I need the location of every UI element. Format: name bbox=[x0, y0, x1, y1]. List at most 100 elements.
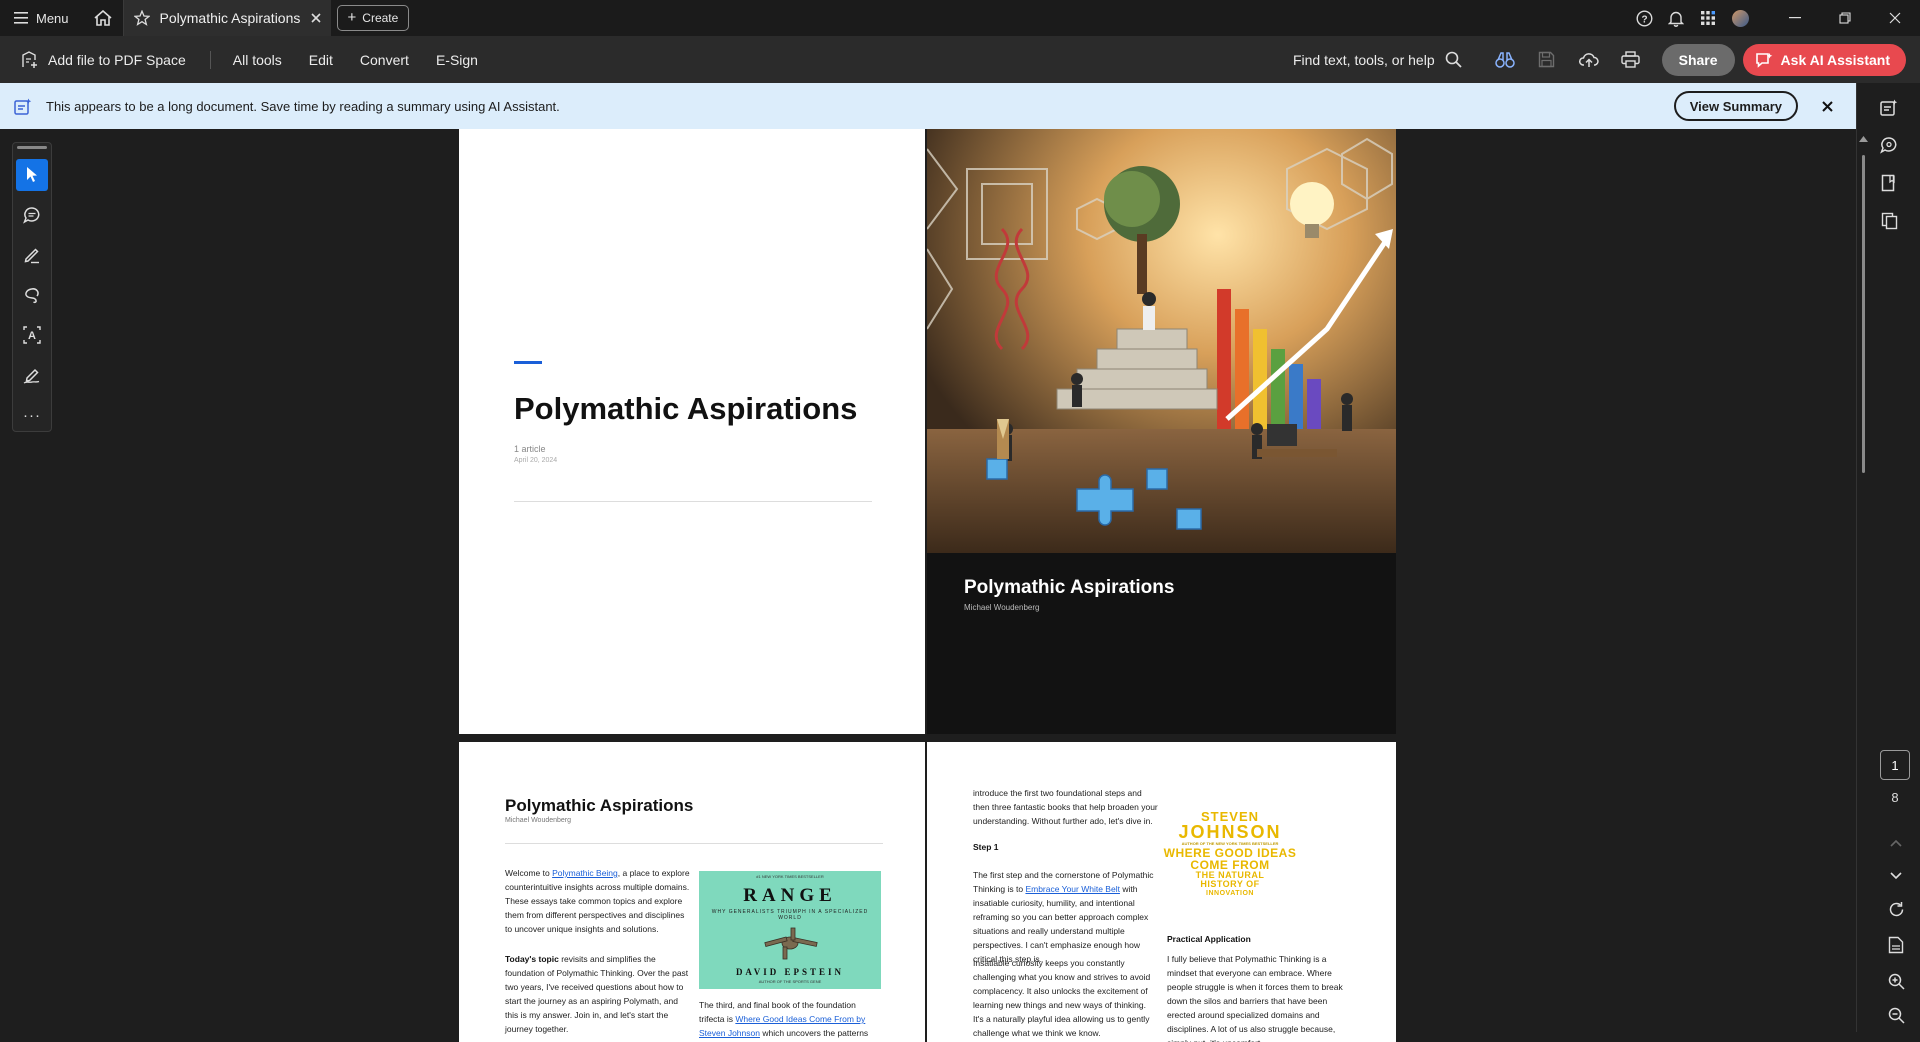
pdf-page-3: Polymathic Aspirations Michael Woudenber… bbox=[459, 742, 925, 1042]
pdf-page-1: Polymathic Aspirations 1 article April 2… bbox=[459, 129, 925, 734]
text-select-tool[interactable]: A bbox=[16, 319, 48, 351]
menu-edit[interactable]: Edit bbox=[309, 52, 333, 68]
bookmark-icon bbox=[1881, 174, 1895, 192]
menu-all-tools[interactable]: All tools bbox=[233, 52, 282, 68]
polymathic-being-link[interactable]: Polymathic Being bbox=[552, 868, 618, 878]
add-file-label: Add file to PDF Space bbox=[48, 51, 186, 68]
page-navigator: 1 8 bbox=[1880, 750, 1912, 805]
signature-pen-icon bbox=[23, 368, 40, 384]
menu-button[interactable]: Menu bbox=[0, 0, 83, 36]
select-tool[interactable] bbox=[16, 159, 48, 191]
more-tools-button[interactable]: ··· bbox=[16, 399, 48, 431]
main-toolbar: Add file to PDF Space All tools Edit Con… bbox=[0, 36, 1920, 83]
zoom-out-button[interactable] bbox=[1880, 999, 1912, 1031]
ai-assistant-label: Ask AI Assistant bbox=[1780, 51, 1890, 68]
minimize-button[interactable] bbox=[1770, 0, 1820, 36]
save-button[interactable] bbox=[1526, 36, 1568, 83]
current-page-input[interactable]: 1 bbox=[1880, 750, 1910, 780]
keys-illustration bbox=[764, 927, 818, 960]
star-icon[interactable] bbox=[133, 10, 150, 26]
menu-e-sign[interactable]: E-Sign bbox=[436, 52, 478, 68]
add-file-button[interactable]: Add file to PDF Space bbox=[0, 36, 210, 83]
plus-icon: + bbox=[347, 9, 357, 26]
print-button[interactable] bbox=[1610, 36, 1652, 83]
ai-panel-icon bbox=[1880, 99, 1898, 116]
print-icon bbox=[1621, 51, 1640, 68]
ai-assistant-panel-button[interactable] bbox=[1857, 88, 1920, 126]
chevron-up-icon bbox=[1890, 839, 1902, 847]
document-viewport[interactable]: Polymathic Aspirations 1 article April 2… bbox=[459, 129, 1396, 1042]
article-count: 1 article bbox=[514, 444, 546, 454]
close-window-icon bbox=[1889, 12, 1901, 24]
scroll-up-arrow[interactable] bbox=[1859, 129, 1868, 142]
ai-assistant-icon bbox=[1755, 52, 1772, 68]
close-window-button[interactable] bbox=[1870, 0, 1920, 36]
sign-tool[interactable] bbox=[16, 359, 48, 391]
range-book-cover: #1 NEW YORK TIMES BESTSELLER RANGE WHY G… bbox=[699, 871, 881, 989]
where-good-ideas-book-cover: STEVEN JOHNSON AUTHOR OF THE NEW YORK TI… bbox=[1163, 809, 1297, 897]
close-tab-icon[interactable] bbox=[310, 13, 321, 23]
zoom-in-button[interactable] bbox=[1880, 963, 1912, 999]
help-button[interactable]: ? bbox=[1628, 0, 1660, 36]
cover-author: Michael Woudenberg bbox=[964, 603, 1040, 612]
upload-cloud-button[interactable] bbox=[1568, 36, 1610, 83]
home-button[interactable] bbox=[83, 0, 123, 36]
comment-tool[interactable] bbox=[16, 199, 48, 231]
profile-button[interactable] bbox=[1724, 0, 1756, 36]
summary-banner: This appears to be a long document. Save… bbox=[0, 83, 1856, 129]
create-label: Create bbox=[362, 11, 399, 25]
comment-icon bbox=[23, 207, 40, 224]
toolbar-divider bbox=[209, 50, 211, 69]
next-page-button[interactable] bbox=[1880, 861, 1912, 891]
read-aloud-button[interactable] bbox=[1484, 36, 1526, 83]
find-button[interactable]: Find text, tools, or help bbox=[1293, 51, 1462, 68]
comment-at-icon bbox=[1880, 137, 1897, 154]
freehand-loop-icon bbox=[25, 288, 39, 304]
home-icon bbox=[94, 10, 112, 26]
ai-summary-icon bbox=[14, 98, 32, 115]
article-author: Michael Woudenberg bbox=[505, 817, 572, 824]
ask-ai-assistant-button[interactable]: Ask AI Assistant bbox=[1742, 43, 1906, 76]
pdf-page-4: introduce the first two foundational ste… bbox=[927, 742, 1396, 1042]
cover-illustration bbox=[927, 129, 1396, 553]
cursor-arrow-icon bbox=[27, 167, 37, 182]
title-accent-line bbox=[514, 361, 542, 364]
help-icon: ? bbox=[1635, 9, 1653, 27]
banner-close-button[interactable] bbox=[1798, 100, 1856, 112]
document-date: April 20, 2024 bbox=[514, 457, 558, 464]
add-file-icon bbox=[22, 51, 37, 68]
menu-label: Menu bbox=[36, 10, 69, 26]
pages-panel-button[interactable] bbox=[1857, 202, 1920, 240]
highlight-tool[interactable] bbox=[16, 239, 48, 271]
save-icon bbox=[1538, 51, 1555, 68]
notifications-button[interactable] bbox=[1660, 0, 1692, 36]
menu-convert[interactable]: Convert bbox=[360, 52, 409, 68]
rotate-button[interactable] bbox=[1880, 891, 1912, 927]
binoculars-icon bbox=[1494, 51, 1515, 68]
embrace-white-belt-link[interactable]: Embrace Your White Belt bbox=[1025, 884, 1120, 894]
restore-button[interactable] bbox=[1820, 0, 1870, 36]
text-box-icon: A bbox=[23, 326, 41, 344]
pen-icon bbox=[24, 248, 39, 264]
share-button[interactable]: Share bbox=[1661, 43, 1735, 76]
document-scrollbar-thumb[interactable] bbox=[1862, 155, 1865, 473]
third-book-paragraph: The third, and final book of the foundat… bbox=[699, 1000, 869, 1038]
view-summary-button[interactable]: View Summary bbox=[1673, 91, 1798, 121]
banner-message: This appears to be a long document. Save… bbox=[46, 98, 560, 114]
restore-icon bbox=[1839, 12, 1851, 24]
create-button[interactable]: + Create bbox=[336, 5, 410, 31]
rail-grip[interactable] bbox=[17, 146, 47, 149]
previous-page-button[interactable] bbox=[1880, 825, 1912, 861]
page-display-button[interactable] bbox=[1880, 927, 1912, 963]
pdf-page-2: Polymathic Aspirations Michael Woudenber… bbox=[927, 129, 1396, 734]
apps-button[interactable] bbox=[1692, 0, 1724, 36]
title-divider bbox=[514, 501, 872, 502]
intro-continued-paragraph: introduce the first two foundational ste… bbox=[973, 788, 1158, 826]
topic-paragraph: Today's topic revisits and simplifies th… bbox=[505, 954, 689, 1034]
document-tab[interactable]: Polymathic Aspirations bbox=[122, 0, 331, 36]
bookmarks-panel-button[interactable] bbox=[1857, 164, 1920, 202]
avatar bbox=[1731, 9, 1749, 27]
draw-tool[interactable] bbox=[16, 279, 48, 311]
tab-title: Polymathic Aspirations bbox=[159, 10, 301, 26]
article-divider bbox=[505, 843, 883, 844]
